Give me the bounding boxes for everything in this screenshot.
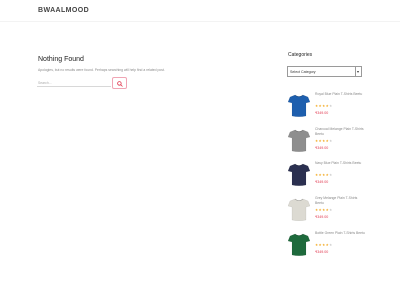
star-icon: ★ [329,139,333,143]
star-icon: ★ [329,208,333,212]
category-select-value: Select Category [290,69,316,74]
tshirt-icon[interactable] [288,161,310,187]
product-name[interactable]: Royal Blue Plain T-Shirts Beetu [315,92,365,97]
tshirt-icon[interactable] [288,92,310,118]
product-name[interactable]: Grey Melange Plain T-Shirts Beetu [315,196,365,206]
product-rating: ★★★★★ [315,243,333,247]
categories-heading: Categories [288,52,313,58]
tshirt-shape [288,198,310,221]
category-select[interactable]: Select Category [287,66,362,77]
product-price: ₹349.00 [315,145,329,150]
search-input[interactable] [37,79,111,87]
site-header: BWAALMOOD [0,0,400,22]
tshirt-icon[interactable] [288,196,310,222]
product-price: ₹349.00 [315,110,329,115]
site-logo[interactable]: BWAALMOOD [38,7,89,14]
product-item[interactable]: Bottle Green Plain T-Shirts Beetu ★★★★★ ₹3… [288,231,368,263]
tshirt-icon[interactable] [288,127,310,153]
tshirt-icon[interactable] [288,231,310,257]
header-divider [0,21,400,22]
product-price: ₹349.00 [315,249,329,254]
product-rating: ★★★★★ [315,139,333,143]
product-rating: ★★★★★ [315,173,333,177]
chevron-down-icon [355,67,361,76]
product-rating: ★★★★★ [315,104,333,108]
product-price: ₹349.00 [315,214,329,219]
page-title: Nothing Found [38,56,84,63]
product-name[interactable]: Navy Blue Plain T-Shirts Beetu [315,161,365,166]
product-name[interactable]: Bottle Green Plain T-Shirts Beetu [315,231,365,236]
no-results-message: Apologies, but no results were found. Pe… [38,68,165,72]
tshirt-shape [288,129,310,152]
product-rating: ★★★★★ [315,208,333,212]
product-item[interactable]: Royal Blue Plain T-Shirts Beetu ★★★★★ ₹349… [288,92,368,124]
search-icon [117,80,123,87]
product-item[interactable]: Grey Melange Plain T-Shirts Beetu ★★★★★ ₹3… [288,196,368,228]
search-button[interactable] [112,77,127,89]
star-icon: ★ [329,104,333,108]
tshirt-shape [288,94,310,117]
product-item[interactable]: Charcoal Melange Plain T-Shirts Beetu ★★★… [288,127,368,159]
product-price: ₹349.00 [315,179,329,184]
tshirt-shape [288,163,310,186]
product-item[interactable]: Navy Blue Plain T-Shirts Beetu ★★★★★ ₹349.… [288,161,368,193]
star-icon: ★ [329,243,333,247]
tshirt-shape [288,233,310,256]
star-icon: ★ [329,173,333,177]
product-name[interactable]: Charcoal Melange Plain T-Shirts Beetu [315,127,365,137]
